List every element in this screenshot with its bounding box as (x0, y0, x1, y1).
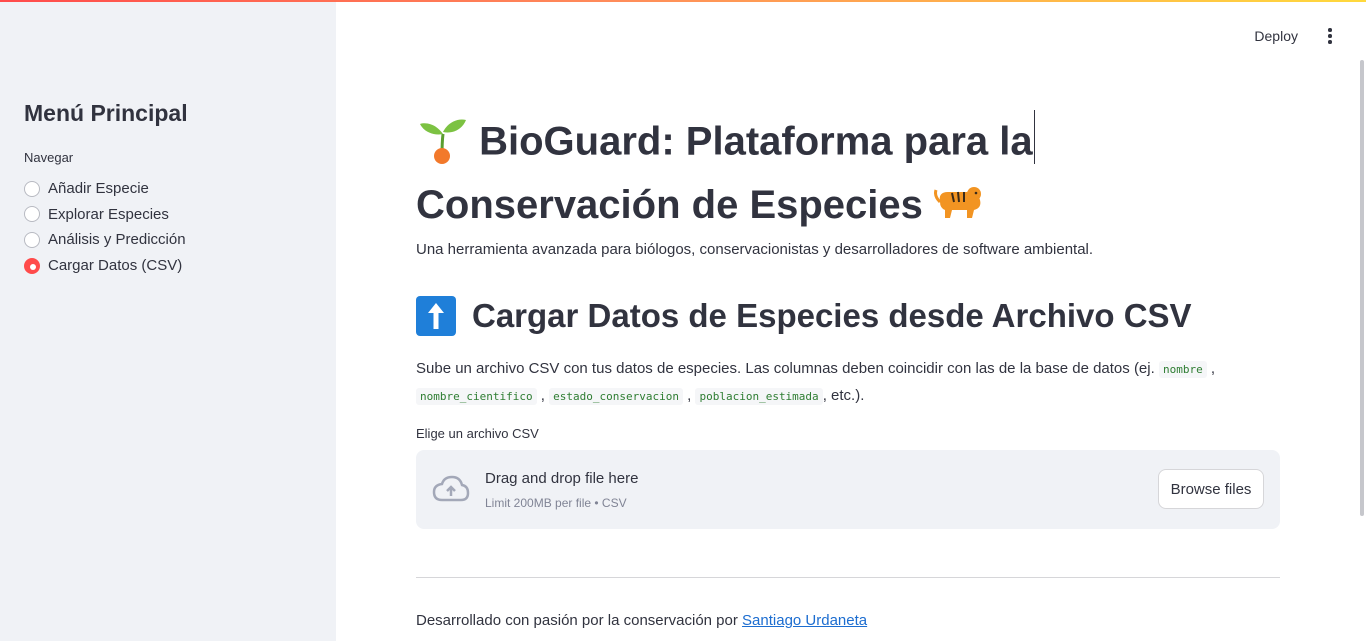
radio-button[interactable] (24, 231, 40, 248)
deploy-button[interactable]: Deploy (1242, 24, 1310, 48)
page-title: BioGuard: Plataforma para la Conservació… (416, 110, 1280, 234)
instructions-prefix: Sube un archivo CSV con tus datos de esp… (416, 360, 1155, 377)
column-code: nombre (1158, 361, 1207, 378)
nav-radio-group: Añadir Especie Explorar Especies Análisi… (24, 176, 186, 278)
radio-button-selected[interactable] (24, 257, 40, 274)
sidebar: Menú Principal Navegar Añadir Especie Ex… (0, 2, 336, 641)
section-title: Cargar Datos de Especies desde Archivo C… (472, 297, 1192, 334)
page-subtitle: Una herramienta avanzada para biólogos, … (416, 241, 1094, 258)
instructions-paragraph: Sube un archivo CSV con tus datos de esp… (416, 360, 1216, 405)
nav-option-anadir-especie[interactable]: Añadir Especie (24, 176, 186, 202)
cloud-upload-icon (432, 474, 470, 509)
nav-option-cargar-datos[interactable]: Cargar Datos (CSV) (24, 253, 186, 279)
author-link[interactable]: Santiago Urdaneta (742, 612, 867, 629)
section-heading: Cargar Datos de Especies desde Archivo C… (416, 296, 1192, 336)
title-line-2: Conservación de Especies (416, 183, 923, 227)
file-dropzone[interactable]: Drag and drop file here Limit 200MB per … (416, 450, 1280, 529)
tiger-icon (934, 180, 984, 234)
instructions-suffix: , etc.). (822, 387, 865, 404)
up-arrow-icon (416, 296, 456, 336)
browse-files-button[interactable]: Browse files (1158, 469, 1264, 509)
seedling-icon (416, 110, 468, 178)
column-code: poblacion_estimada (695, 388, 823, 405)
nav-label: Navegar (24, 150, 74, 165)
nav-option-analisis-prediccion[interactable]: Análisis y Predicción (24, 227, 186, 253)
nav-option-label: Añadir Especie (48, 180, 149, 198)
column-code: nombre_cientifico (416, 388, 537, 405)
kebab-menu-icon[interactable] (1318, 24, 1342, 48)
nav-option-label: Cargar Datos (CSV) (48, 257, 183, 275)
footer: Desarrollado con pasión por la conservac… (416, 612, 867, 629)
uploader-label: Elige un archivo CSV (416, 426, 539, 441)
page-title-block: BioGuard: Plataforma para la Conservació… (416, 110, 1280, 234)
scrollbar[interactable] (1360, 60, 1364, 516)
nav-option-label: Análisis y Predicción (48, 231, 186, 249)
text-cursor (1033, 110, 1035, 164)
dropzone-limit: Limit 200MB per file • CSV (485, 496, 627, 510)
nav-option-label: Explorar Especies (48, 205, 169, 223)
radio-button[interactable] (24, 180, 40, 197)
dropzone-title: Drag and drop file here (485, 470, 639, 487)
sidebar-title: Menú Principal (24, 100, 188, 126)
column-code: estado_conservacion (549, 388, 683, 405)
radio-button[interactable] (24, 206, 40, 223)
footer-text: Desarrollado con pasión por la conservac… (416, 612, 738, 629)
divider (416, 577, 1280, 578)
header-actions: Deploy (1242, 24, 1342, 48)
title-line-1: BioGuard: Plataforma para la (479, 119, 1033, 164)
nav-option-explorar-especies[interactable]: Explorar Especies (24, 202, 186, 228)
